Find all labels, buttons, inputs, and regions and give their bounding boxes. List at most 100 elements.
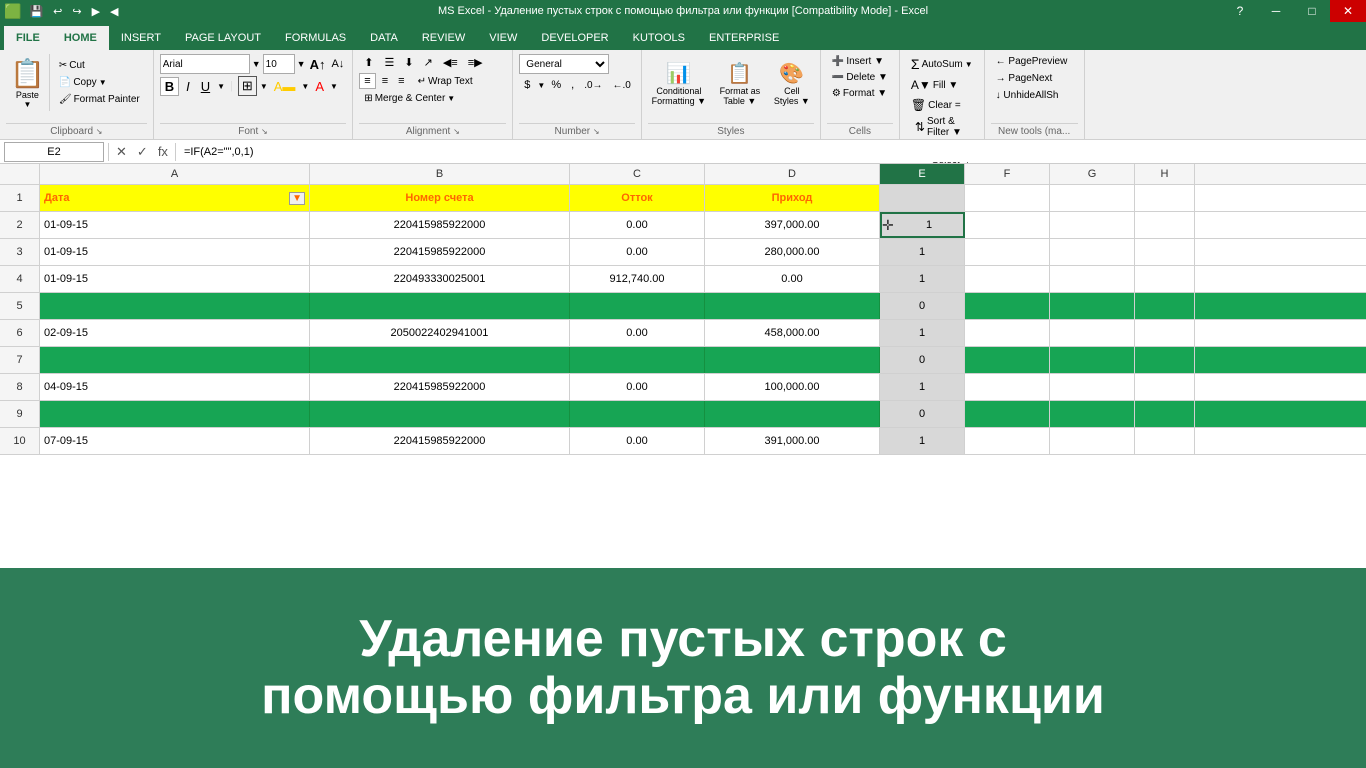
cell-f4[interactable]: [965, 266, 1050, 292]
tab-insert[interactable]: INSERT: [109, 26, 173, 50]
cancel-formula-btn[interactable]: ✕: [113, 144, 130, 160]
increase-decimal-btn[interactable]: .0→: [580, 79, 606, 92]
cell-c10[interactable]: 0.00: [570, 428, 705, 454]
font-color-btn[interactable]: A: [312, 78, 327, 95]
col-header-b[interactable]: B: [310, 164, 570, 184]
font-name-dropdown[interactable]: ▼: [252, 59, 261, 69]
font-name-input[interactable]: [160, 54, 250, 74]
cell-e7[interactable]: 0: [880, 347, 965, 373]
col-header-d[interactable]: D: [705, 164, 880, 184]
minimize-btn[interactable]: ─: [1258, 0, 1294, 22]
increase-font-btn[interactable]: A↑: [308, 57, 328, 72]
cell-g4[interactable]: [1050, 266, 1135, 292]
cell-e5[interactable]: 0: [880, 293, 965, 319]
cell-h2[interactable]: [1135, 212, 1195, 238]
cell-d1[interactable]: Приход: [705, 185, 880, 211]
cell-b3[interactable]: 220415985922000: [310, 239, 570, 265]
cell-h8[interactable]: [1135, 374, 1195, 400]
cell-e8[interactable]: 1: [880, 374, 965, 400]
cell-h10[interactable]: [1135, 428, 1195, 454]
align-right-btn[interactable]: ≡: [394, 74, 408, 88]
tab-developer[interactable]: DEVELOPER: [529, 26, 620, 50]
cell-h7[interactable]: [1135, 347, 1195, 373]
cell-d7[interactable]: [705, 347, 880, 373]
cell-h6[interactable]: [1135, 320, 1195, 346]
cell-b1[interactable]: Номер счета: [310, 185, 570, 211]
italic-btn[interactable]: I: [182, 78, 194, 95]
font-size-dropdown[interactable]: ▼: [297, 59, 306, 69]
cut-btn[interactable]: ✂ Cut: [54, 58, 145, 73]
insert-function-btn[interactable]: fx: [155, 144, 171, 159]
cell-f9[interactable]: [965, 401, 1050, 427]
decrease-font-btn[interactable]: A↓: [329, 58, 346, 70]
help-btn[interactable]: ?: [1222, 0, 1258, 22]
cell-c6[interactable]: 0.00: [570, 320, 705, 346]
cell-a8[interactable]: 04-09-15: [40, 374, 310, 400]
border-dropdown[interactable]: ▼: [260, 82, 268, 91]
forward-btn[interactable]: ▶: [90, 5, 102, 18]
cell-b8[interactable]: 220415985922000: [310, 374, 570, 400]
fill-btn[interactable]: A▼ Fill ▼: [906, 76, 963, 94]
font-size-input[interactable]: [263, 54, 295, 74]
cell-h4[interactable]: [1135, 266, 1195, 292]
cell-e10[interactable]: 1: [880, 428, 965, 454]
cell-styles-btn[interactable]: 🎨 CellStyles ▼: [770, 54, 814, 112]
cell-h5[interactable]: [1135, 293, 1195, 319]
sort-filter-btn[interactable]: ⇅ Sort &Filter ▼: [910, 114, 978, 140]
tab-home[interactable]: HOME: [52, 26, 109, 50]
cell-a4[interactable]: 01-09-15: [40, 266, 310, 292]
clear-btn[interactable]: 🗑 Clear =: [906, 96, 966, 114]
cell-a7[interactable]: [40, 347, 310, 373]
cell-a1[interactable]: Дата ▼: [40, 185, 310, 211]
cell-e1[interactable]: [880, 185, 965, 211]
text-direction-btn[interactable]: ↗: [420, 55, 437, 70]
filter-dropdown-a1[interactable]: ▼: [289, 192, 305, 205]
currency-btn[interactable]: $: [519, 77, 535, 93]
tab-formulas[interactable]: FORMULAS: [273, 26, 358, 50]
cell-e2[interactable]: ✛ 1: [880, 212, 965, 238]
cell-a2[interactable]: 01-09-15: [40, 212, 310, 238]
cell-g9[interactable]: [1050, 401, 1135, 427]
cell-b10[interactable]: 220415985922000: [310, 428, 570, 454]
formula-input[interactable]: [180, 142, 1362, 162]
cell-c5[interactable]: [570, 293, 705, 319]
cell-a3[interactable]: 01-09-15: [40, 239, 310, 265]
col-header-a[interactable]: A: [40, 164, 310, 184]
cell-g2[interactable]: [1050, 212, 1135, 238]
autosum-btn[interactable]: Σ AutoSum ▼: [906, 54, 978, 74]
align-center-btn[interactable]: ≡: [378, 74, 392, 88]
back-btn[interactable]: ◀: [108, 5, 120, 18]
cell-a10[interactable]: 07-09-15: [40, 428, 310, 454]
cell-b5[interactable]: [310, 293, 570, 319]
number-format-select[interactable]: General: [519, 54, 609, 74]
cell-b4[interactable]: 220493330025001: [310, 266, 570, 292]
cell-c2[interactable]: 0.00: [570, 212, 705, 238]
cell-d6[interactable]: 458,000.00: [705, 320, 880, 346]
cell-d2[interactable]: 397,000.00: [705, 212, 880, 238]
percent-btn[interactable]: %: [547, 78, 565, 92]
align-left-btn[interactable]: ≡: [359, 73, 375, 89]
cell-c8[interactable]: 0.00: [570, 374, 705, 400]
col-header-c[interactable]: C: [570, 164, 705, 184]
col-header-f[interactable]: F: [965, 164, 1050, 184]
tab-data[interactable]: DATA: [358, 26, 410, 50]
cell-g5[interactable]: [1050, 293, 1135, 319]
cell-f5[interactable]: [965, 293, 1050, 319]
tab-review[interactable]: REVIEW: [410, 26, 477, 50]
undo-btn[interactable]: ↩: [51, 5, 64, 18]
cell-f8[interactable]: [965, 374, 1050, 400]
cell-h9[interactable]: [1135, 401, 1195, 427]
cell-e4[interactable]: 1: [880, 266, 965, 292]
cell-f3[interactable]: [965, 239, 1050, 265]
font-color-dropdown[interactable]: ▼: [330, 82, 338, 91]
cell-g3[interactable]: [1050, 239, 1135, 265]
close-btn[interactable]: ✕: [1330, 0, 1366, 22]
decrease-decimal-btn[interactable]: ←.0: [609, 79, 635, 92]
cell-b2[interactable]: 220415985922000: [310, 212, 570, 238]
cell-d8[interactable]: 100,000.00: [705, 374, 880, 400]
cell-f10[interactable]: [965, 428, 1050, 454]
select-all-btn[interactable]: [0, 164, 40, 184]
page-prev-btn[interactable]: ← PagePreview: [991, 54, 1073, 69]
col-header-g[interactable]: G: [1050, 164, 1135, 184]
cell-c7[interactable]: [570, 347, 705, 373]
